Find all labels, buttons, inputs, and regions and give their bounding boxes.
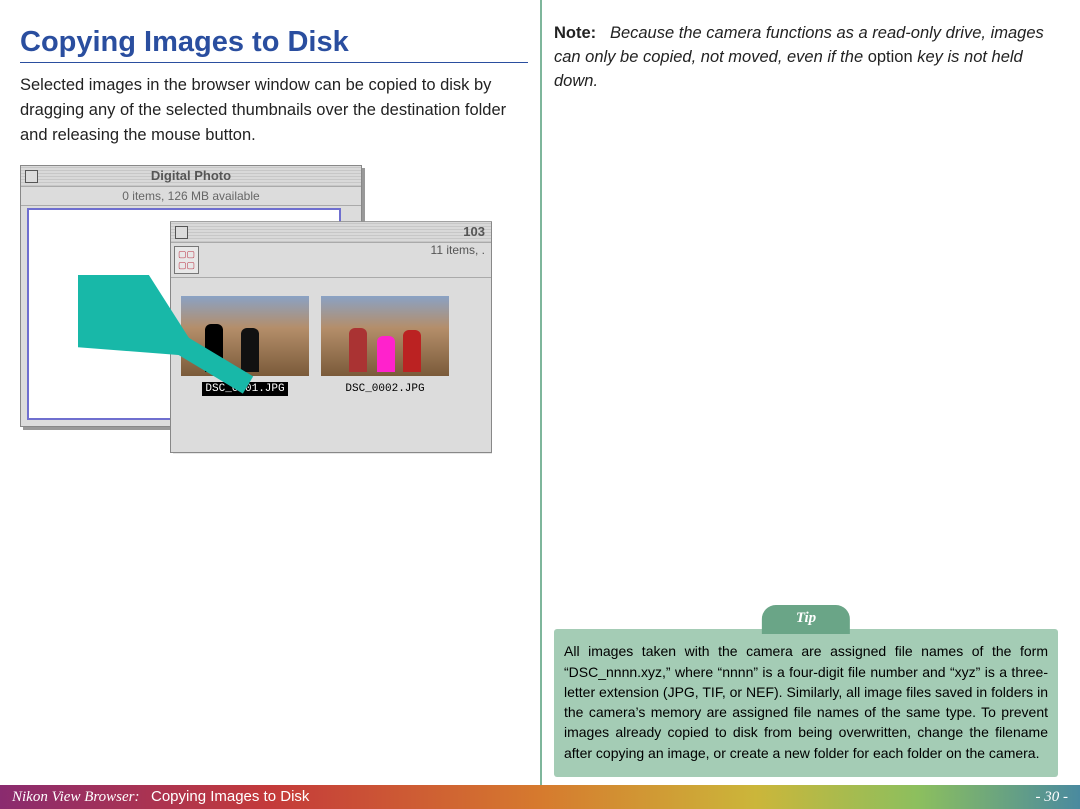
thumbnail-item: DSC_0002.JPG xyxy=(321,296,449,396)
left-column: Copying Images to Disk Selected images i… xyxy=(0,0,540,809)
note-block: Note: Because the camera functions as a … xyxy=(554,22,1058,94)
section-body: Selected images in the browser window ca… xyxy=(20,73,528,147)
thumbnail-image xyxy=(321,296,449,376)
window-titlebar: Digital Photo xyxy=(21,166,361,187)
section-heading: Copying Images to Disk xyxy=(20,26,528,63)
thumbnail-row: DSC_0001.JPG DSC_0002.JPG xyxy=(181,296,491,396)
close-box-icon xyxy=(25,170,38,183)
browser-window: 103 ▢▢▢▢ 11 items, . DSC_0001.JPG xyxy=(170,221,492,453)
window-titlebar: 103 xyxy=(171,222,491,243)
thumbnail-filename: DSC_0002.JPG xyxy=(342,382,427,396)
tip-body: All images taken with the camera are ass… xyxy=(564,643,1048,760)
footer-section-name: Copying Images to Disk xyxy=(151,788,309,805)
tip-box: Tip All images taken with the camera are… xyxy=(554,629,1058,777)
right-column: Note: Because the camera functions as a … xyxy=(540,0,1080,809)
tip-tab-label: Tip xyxy=(762,605,850,634)
window-title: 103 xyxy=(463,224,485,239)
footer-bar: Nikon View Browser: Copying Images to Di… xyxy=(0,785,1080,809)
window-status: 0 items, 126 MB available xyxy=(21,187,361,206)
footer-app-name: Nikon View Browser xyxy=(12,789,135,805)
note-option-key: option xyxy=(868,48,913,66)
thumbnail-image xyxy=(181,296,309,376)
close-box-icon xyxy=(175,226,188,239)
thumbnail-filename-selected: DSC_0001.JPG xyxy=(202,382,287,396)
screenshot-mock: Digital Photo 0 items, 126 MB available … xyxy=(20,165,500,475)
toolbar-icon: ▢▢▢▢ xyxy=(174,246,199,274)
note-label: Note: xyxy=(554,24,596,42)
window-status: 11 items, . xyxy=(431,243,491,261)
window-title: Digital Photo xyxy=(151,168,231,183)
thumbnail-item: DSC_0001.JPG xyxy=(181,296,309,396)
footer-page-number: - 30 - xyxy=(1036,789,1069,806)
